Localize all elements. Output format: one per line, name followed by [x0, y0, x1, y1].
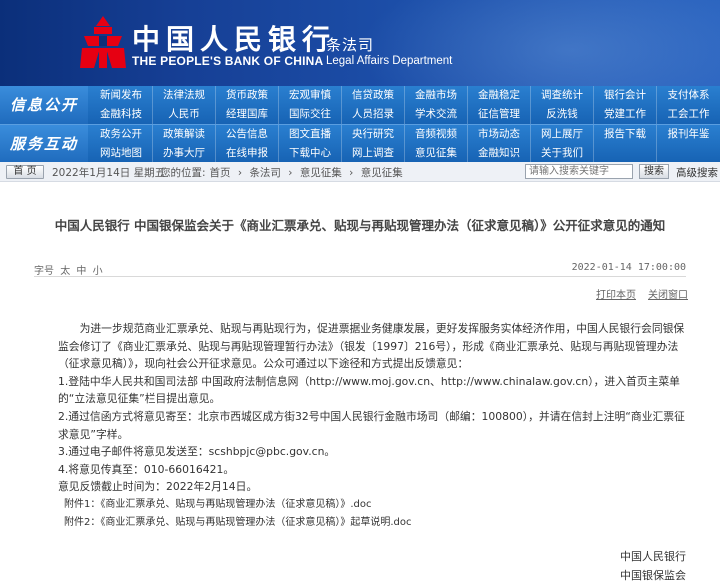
nav-group-info: 信息公开 新闻发布 法律法规 货币政策 宏观审慎 信贷政策 金融市场 金融稳定 调查统计 银行会… [0, 86, 720, 124]
breadcrumb-link-solicitation[interactable]: 意见征集 [300, 167, 342, 179]
nav-item[interactable]: 政策解读 [153, 125, 216, 144]
breadcrumb-current[interactable]: 意见征集 [361, 167, 403, 179]
nav-item[interactable]: 政务公开 [90, 125, 153, 144]
nav-item[interactable]: 金融市场 [405, 86, 468, 105]
search-input[interactable] [525, 164, 633, 179]
bank-name-cn: 中国人民银行 [132, 23, 337, 56]
nav-grid-info: 新闻发布 法律法规 货币政策 宏观审慎 信贷政策 金融市场 金融稳定 调查统计 银行会计 支付体系… [90, 86, 720, 124]
nav-item[interactable]: 关于我们 [531, 144, 594, 163]
nav-item[interactable]: 下载中心 [279, 144, 342, 163]
article-paragraph: 为进一步规范商业汇票承兑、贴现与再贴现行为，促进票据业务健康发展，更好发挥服务实… [58, 322, 685, 371]
breadcrumb-separator: › [349, 167, 354, 179]
nav-item[interactable]: 图文直播 [279, 125, 342, 144]
article-paragraph: 4.将意见传真至：010-66016421。 [58, 462, 235, 476]
nav-item[interactable]: 金融科技 [90, 105, 153, 124]
nav-item[interactable]: 市场动态 [468, 125, 531, 144]
nav-item[interactable]: 音频视频 [405, 125, 468, 144]
breadcrumb-separator: › [288, 167, 293, 179]
breadcrumb-separator: › [237, 167, 243, 179]
close-window-link[interactable]: 关闭窗口 [648, 286, 688, 301]
attachment-link-2[interactable]: 附件2：《商业汇票承兑、贴现与再贴现管理办法（征求意见稿）》起草说明.doc [58, 514, 688, 532]
nav-item[interactable]: 金融稳定 [468, 86, 531, 105]
header-decoration [360, 0, 720, 86]
print-page-link[interactable]: 打印本页 [596, 286, 636, 301]
nav-item[interactable]: 公告信息 [216, 125, 279, 144]
nav-item[interactable]: 新闻发布 [90, 86, 153, 105]
nav-item [657, 144, 720, 163]
nav-item[interactable]: 在线申报 [216, 144, 279, 163]
nav-item[interactable]: 宏观审慎 [279, 86, 342, 105]
nav-grid-service: 政务公开 政策解读 公告信息 图文直播 央行研究 音频视频 市场动态 网上展厅 报告下载 报刊年鉴… [90, 125, 720, 163]
nav-item[interactable]: 人民币 [153, 105, 216, 124]
nav-item[interactable]: 网上调查 [342, 144, 405, 163]
signature-pboc: 中国人民银行 [620, 550, 686, 563]
site-header: 中国人民银行 THE PEOPLE'S BANK OF CHINA 条法司 Le… [0, 0, 720, 86]
nav-item[interactable]: 法律法规 [153, 86, 216, 105]
department-name-cn: 条法司 [326, 36, 375, 54]
advanced-search-link[interactable]: 高级搜索 [676, 165, 718, 180]
breadcrumb-bar: 首 页 2022年1月14日 星期五 您的位置: 首页 › 条法司 › 意见征集 … [0, 162, 720, 182]
article-paragraph: 1.登陆中华人民共和国司法部 中国政府法制信息网（http://www.moj.… [58, 374, 680, 406]
home-button[interactable]: 首 页 [6, 165, 44, 179]
nav-item[interactable]: 央行研究 [342, 125, 405, 144]
breadcrumb: 您的位置: 首页 › 条法司 › 意见征集 › 意见征集 [160, 165, 407, 180]
breadcrumb-label: 您的位置: [160, 167, 206, 179]
divider [34, 276, 686, 277]
nav-item[interactable]: 报刊年鉴 [657, 125, 720, 144]
nav-item[interactable]: 金融知识 [468, 144, 531, 163]
nav-item[interactable]: 学术交流 [405, 105, 468, 124]
bank-name-en: THE PEOPLE'S BANK OF CHINA [132, 54, 324, 68]
nav-item[interactable]: 反洗钱 [531, 105, 594, 124]
nav-item[interactable]: 调查统计 [531, 86, 594, 105]
nav-item[interactable]: 工会工作 [657, 105, 720, 124]
search-button[interactable]: 搜索 [639, 164, 669, 179]
article-paragraph: 3.通过电子邮件将意见发送至：scshbpjc@pbc.gov.cn。 [58, 445, 336, 459]
nav-item[interactable]: 办事大厅 [153, 144, 216, 163]
nav-item[interactable]: 信贷政策 [342, 86, 405, 105]
nav-item[interactable]: 国际交往 [279, 105, 342, 124]
article-paragraph: 意见反馈截止时间为：2022年2月14日。 [58, 480, 258, 494]
nav-group-title: 服务互动 [0, 125, 88, 163]
nav-item[interactable]: 支付体系 [657, 86, 720, 105]
nav-item[interactable]: 银行会计 [594, 86, 657, 105]
nav-item[interactable]: 网上展厅 [531, 125, 594, 144]
nav-item[interactable]: 货币政策 [216, 86, 279, 105]
department-name-en: Legal Affairs Department [326, 55, 453, 67]
nav-group-service: 服务互动 政务公开 政策解读 公告信息 图文直播 央行研究 音频视频 市场动态 网上展厅 报告下… [0, 124, 720, 163]
nav-item[interactable]: 征信管理 [468, 105, 531, 124]
nav-item[interactable]: 报告下载 [594, 125, 657, 144]
attachment-link-1[interactable]: 附件1：《商业汇票承兑、贴现与再贴现管理办法（征求意见稿）》.doc [58, 496, 688, 514]
article-body: 为进一步规范商业汇票承兑、贴现与再贴现行为，促进票据业务健康发展，更好发挥服务实… [58, 320, 688, 531]
nav-group-title: 信息公开 [0, 86, 88, 124]
main-navigation: 信息公开 新闻发布 法律法规 货币政策 宏观审慎 信贷政策 金融市场 金融稳定 调查统计 银行会… [0, 86, 720, 163]
current-date: 2022年1月14日 星期五 [52, 167, 166, 179]
breadcrumb-link-dept[interactable]: 条法司 [249, 167, 281, 179]
nav-item [594, 144, 657, 163]
nav-item[interactable]: 意见征集 [405, 144, 468, 163]
article-title: 中国人民银行 中国银保监会关于《商业汇票承兑、贴现与再贴现管理办法（征求意见稿）… [54, 218, 666, 233]
nav-item[interactable]: 党建工作 [594, 105, 657, 124]
nav-item[interactable]: 网站地图 [90, 144, 153, 163]
signature-cbirc: 中国银保监会 [620, 569, 686, 582]
font-size-switcher: 字号 太 中 小 [34, 262, 106, 277]
article-paragraph: 2.通过信函方式将意见寄至：北京市西城区成方街32号中国人民银行金融市场司（邮编… [58, 409, 685, 441]
nav-item[interactable]: 人员招录 [342, 105, 405, 124]
pboc-logo-icon[interactable] [80, 14, 126, 70]
publish-date: 2022-01-14 17:00:00 [571, 262, 686, 273]
nav-item[interactable]: 经理国库 [216, 105, 279, 124]
breadcrumb-link-home[interactable]: 首页 [210, 167, 231, 179]
